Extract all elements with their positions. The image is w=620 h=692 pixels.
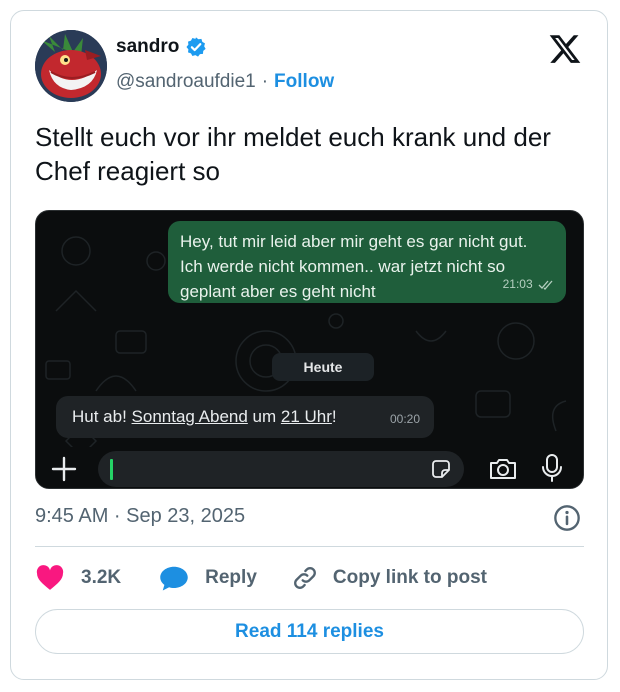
day-separator-pill: Heute [272,353,374,381]
chat-composer-bar [36,447,583,488]
chat-screenshot-media[interactable]: Hey, tut mir leid aber mir geht es gar n… [35,210,584,489]
plus-icon[interactable] [48,453,80,485]
mic-icon[interactable] [540,452,564,484]
info-icon[interactable] [553,504,581,532]
outgoing-message-bubble[interactable]: Hey, tut mir leid aber mir geht es gar n… [168,221,566,303]
action-bar: 3.2K Reply Copy link to post [35,560,487,596]
read-replies-button[interactable]: Read 114 replies [35,609,584,654]
link-icon [293,567,316,589]
outgoing-message-text: Hey, tut mir leid aber mir geht es gar n… [180,232,528,301]
avatar-dragon-image [35,30,107,102]
incoming-message-time: 00:20 [389,412,420,426]
message-input-field[interactable] [98,451,464,487]
incoming-text-part1: Hut ab! [72,407,132,426]
copy-link-button[interactable]: Copy link to post [291,564,487,592]
divider [35,546,584,547]
text-cursor [110,459,113,480]
incoming-text-part3: ! [331,407,337,426]
outgoing-message-time: 21:03 [502,277,533,291]
verified-badge-icon [186,37,206,57]
author-handle[interactable]: @sandroaufdie1 [116,71,256,93]
incoming-link-time[interactable]: 21 Uhr [281,407,332,426]
sticker-icon[interactable] [430,458,452,480]
heart-icon [36,565,64,590]
author-name[interactable]: sandro [116,36,179,58]
incoming-text-part2: um [247,407,281,426]
x-logo-icon[interactable] [548,32,582,66]
follow-button[interactable]: Follow [274,71,334,93]
handle-separator: · [261,71,269,92]
reply-label: Reply [205,567,257,588]
like-button[interactable]: 3.2K [35,565,121,591]
incoming-message-bubble[interactable]: Hut ab! Sonntag Abend um 21 Uhr! 00:20 [56,396,434,438]
reply-bubble-icon [160,566,188,591]
copy-link-label: Copy link to post [332,567,487,588]
camera-icon[interactable] [488,455,518,483]
reply-button[interactable]: Reply [159,564,257,592]
incoming-link-date[interactable]: Sonntag Abend [132,407,248,426]
tweet-timestamp[interactable]: 9:45 AM · Sep 23, 2025 [35,505,245,528]
like-count: 3.2K [81,567,122,588]
outgoing-message-meta: 21:03 [503,272,554,297]
double-check-icon [538,280,553,290]
avatar[interactable] [35,30,107,102]
tweet-text: Stellt euch vor ihr meldet euch krank un… [35,122,551,186]
